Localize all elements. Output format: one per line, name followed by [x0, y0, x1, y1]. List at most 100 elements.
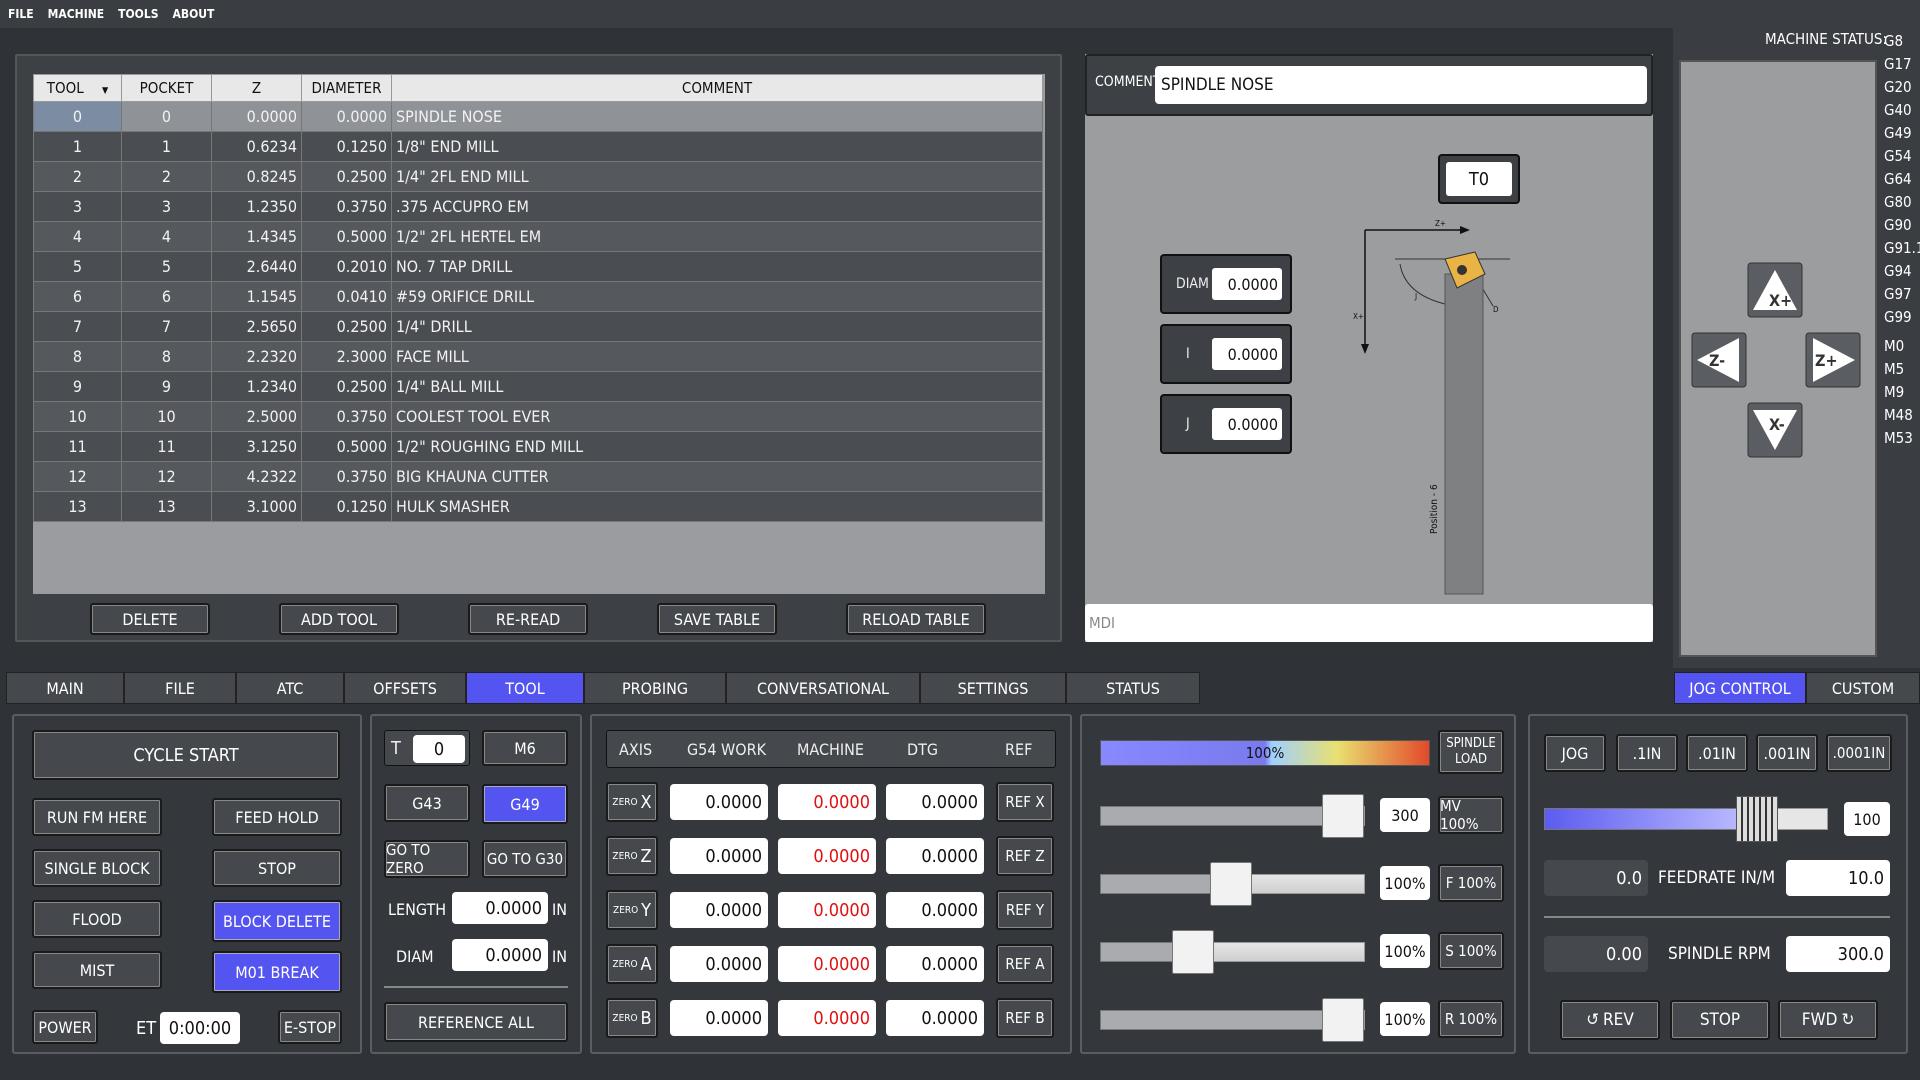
s-slider-thumb[interactable]: [1172, 930, 1214, 974]
dro-work-y[interactable]: 0.0000: [670, 892, 768, 928]
zero-x-button[interactable]: ZERO X: [606, 782, 658, 822]
pocket-cell[interactable]: 11: [121, 431, 212, 462]
tab-settings[interactable]: SETTINGS: [920, 672, 1066, 704]
comment-cell[interactable]: .375 ACCUPRO EM: [391, 191, 1043, 222]
comment-cell[interactable]: 1/4" DRILL: [391, 311, 1043, 342]
menu-about[interactable]: ABOUT: [173, 7, 215, 21]
col-tool-header[interactable]: TOOL ▼: [33, 74, 122, 102]
ref-b-button[interactable]: REF B: [996, 998, 1054, 1038]
cycle-start-button[interactable]: CYCLE START: [32, 730, 340, 780]
tab-tool[interactable]: TOOL: [466, 672, 584, 704]
col-z-header[interactable]: Z: [211, 74, 302, 102]
table-row[interactable]: 8 8 2.2320 2.3000 FACE MILL: [33, 341, 1043, 372]
comment-cell[interactable]: 1/2" 2FL HERTEL EM: [391, 221, 1043, 252]
diameter-cell[interactable]: 0.5000: [301, 431, 392, 462]
pocket-cell[interactable]: 10: [121, 401, 212, 432]
comment-cell[interactable]: COOLEST TOOL EVER: [391, 401, 1043, 432]
z-cell[interactable]: 0.0000: [211, 101, 302, 132]
z-cell[interactable]: 1.2340: [211, 371, 302, 402]
j-input[interactable]: 0.0000: [1212, 408, 1282, 440]
r-100-button[interactable]: R 100%: [1438, 1000, 1504, 1038]
jog-inc-00001-button[interactable]: .0001IN: [1826, 734, 1892, 772]
diameter-cell[interactable]: 0.0000: [301, 101, 392, 132]
pocket-cell[interactable]: 3: [121, 191, 212, 222]
diameter-cell[interactable]: 2.3000: [301, 341, 392, 372]
diameter-cell[interactable]: 0.5000: [301, 221, 392, 252]
tool-cell[interactable]: 11: [33, 431, 122, 462]
power-button[interactable]: POWER: [32, 1010, 98, 1044]
feedrate-input[interactable]: 10.0: [1786, 860, 1890, 896]
pocket-cell[interactable]: 7: [121, 311, 212, 342]
tab-main[interactable]: MAIN: [6, 672, 124, 704]
z-cell[interactable]: 1.2350: [211, 191, 302, 222]
t-input[interactable]: 0: [413, 735, 465, 763]
diameter-cell[interactable]: 0.3750: [301, 461, 392, 492]
table-row[interactable]: 0 0 0.0000 0.0000 SPINDLE NOSE: [33, 101, 1043, 132]
spindle-rpm-input[interactable]: 300.0: [1786, 936, 1890, 972]
reload-table-button[interactable]: RELOAD TABLE: [846, 603, 986, 635]
z-cell[interactable]: 2.2320: [211, 341, 302, 372]
comment-input[interactable]: SPINDLE NOSE: [1155, 66, 1647, 104]
tool-cell[interactable]: 9: [33, 371, 122, 402]
stop-button[interactable]: STOP: [212, 849, 342, 887]
diameter-cell[interactable]: 0.0410: [301, 281, 392, 312]
table-row[interactable]: 12 12 4.2322 0.3750 BIG KHAUNA CUTTER: [33, 461, 1043, 492]
m6-button[interactable]: M6: [482, 730, 568, 766]
diameter-cell[interactable]: 0.3750: [301, 191, 392, 222]
block-delete-button[interactable]: BLOCK DELETE: [212, 900, 342, 942]
table-row[interactable]: 5 5 2.6440 0.2010 NO. 7 TAP DRILL: [33, 251, 1043, 282]
tab-jog-control[interactable]: JOG CONTROL: [1674, 672, 1806, 704]
go-to-zero-button[interactable]: GO TO ZERO: [384, 840, 470, 878]
jog-inc-0001-button[interactable]: .001IN: [1756, 734, 1818, 772]
tab-custom[interactable]: CUSTOM: [1806, 672, 1920, 704]
table-row[interactable]: 4 4 1.4345 0.5000 1/2" 2FL HERTEL EM: [33, 221, 1043, 252]
diam-input[interactable]: 0.0000: [1212, 268, 1282, 300]
tool-cell[interactable]: 2: [33, 161, 122, 192]
comment-cell[interactable]: #59 ORIFICE DRILL: [391, 281, 1043, 312]
ref-a-button[interactable]: REF A: [996, 944, 1054, 984]
menu-tools[interactable]: TOOLS: [118, 7, 158, 21]
re-read-button[interactable]: RE-READ: [468, 603, 588, 635]
zero-y-button[interactable]: ZERO Y: [606, 890, 658, 930]
go-to-g30-button[interactable]: GO TO G30: [482, 840, 568, 878]
jog-inc-001-button[interactable]: .01IN: [1686, 734, 1748, 772]
table-row[interactable]: 2 2 0.8245 0.2500 1/4" 2FL END MILL: [33, 161, 1043, 192]
table-row[interactable]: 3 3 1.2350 0.3750.375 ACCUPRO EM: [33, 191, 1043, 222]
f-100-button[interactable]: F 100%: [1438, 864, 1504, 902]
add-tool-button[interactable]: ADD TOOL: [279, 603, 399, 635]
tool-cell[interactable]: 8: [33, 341, 122, 372]
diameter-cell[interactable]: 0.1250: [301, 131, 392, 162]
z-cell[interactable]: 1.4345: [211, 221, 302, 252]
zero-a-button[interactable]: ZERO A: [606, 944, 658, 984]
col-diameter-header[interactable]: DIAMETER: [301, 74, 392, 102]
z-cell[interactable]: 2.5000: [211, 401, 302, 432]
jog-z-plus-button[interactable]: Z+: [1805, 332, 1861, 388]
length-input[interactable]: 0.0000: [452, 892, 548, 924]
table-row[interactable]: 7 7 2.5650 0.2500 1/4" DRILL: [33, 311, 1043, 342]
tool-cell[interactable]: 5: [33, 251, 122, 282]
estop-button[interactable]: E-STOP: [278, 1010, 342, 1044]
zero-z-button[interactable]: ZERO Z: [606, 836, 658, 876]
i-input[interactable]: 0.0000: [1212, 338, 1282, 370]
tab-probing[interactable]: PROBING: [584, 672, 726, 704]
ref-x-button[interactable]: REF X: [996, 782, 1054, 822]
tab-status[interactable]: STATUS: [1066, 672, 1200, 704]
dro-work-a[interactable]: 0.0000: [670, 946, 768, 982]
dro-work-b[interactable]: 0.0000: [670, 1000, 768, 1036]
z-cell[interactable]: 3.1250: [211, 431, 302, 462]
comment-cell[interactable]: 1/8" END MILL: [391, 131, 1043, 162]
tool-cell[interactable]: 1: [33, 131, 122, 162]
save-table-button[interactable]: SAVE TABLE: [657, 603, 777, 635]
tool-cell[interactable]: 6: [33, 281, 122, 312]
table-row[interactable]: 13 13 3.1000 0.1250 HULK SMASHER: [33, 491, 1043, 522]
jog-z-minus-button[interactable]: Z-: [1691, 332, 1747, 388]
mist-button[interactable]: MIST: [32, 951, 162, 989]
diameter-cell[interactable]: 0.2010: [301, 251, 392, 282]
pocket-cell[interactable]: 12: [121, 461, 212, 492]
pocket-cell[interactable]: 13: [121, 491, 212, 522]
pocket-cell[interactable]: 8: [121, 341, 212, 372]
diameter-cell[interactable]: 0.3750: [301, 401, 392, 432]
z-cell[interactable]: 3.1000: [211, 491, 302, 522]
col-pocket-header[interactable]: POCKET: [121, 74, 212, 102]
g43-button[interactable]: G43: [384, 784, 470, 822]
